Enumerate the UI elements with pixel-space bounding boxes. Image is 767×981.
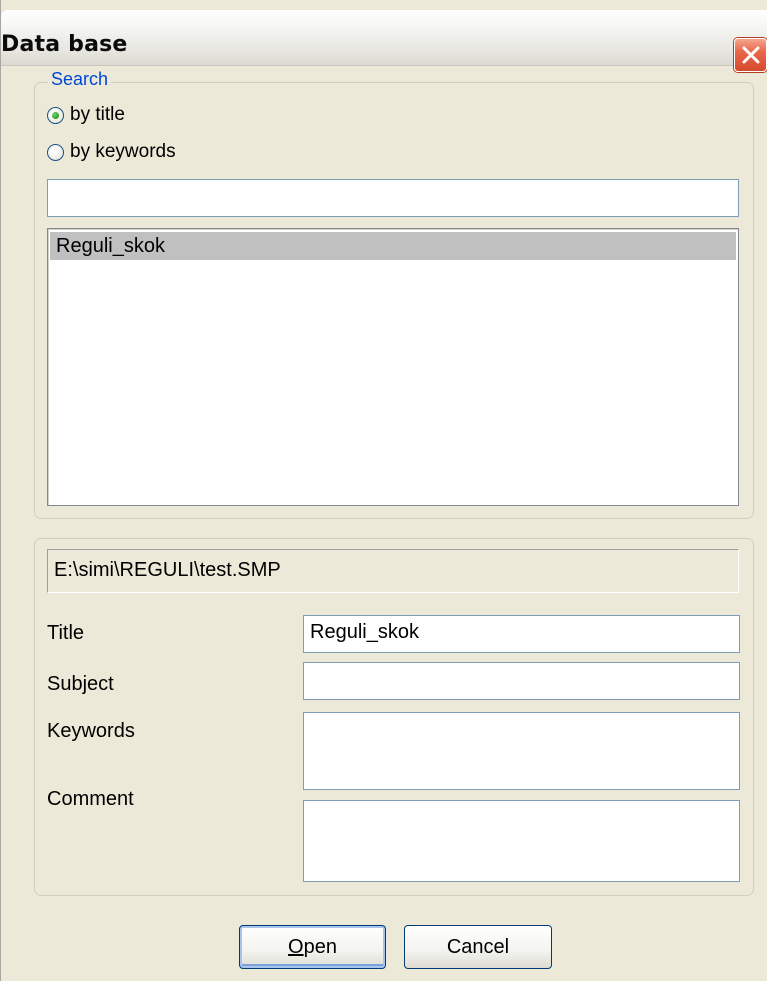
radio-by-title[interactable]: by title bbox=[47, 104, 125, 126]
comment-label: Comment bbox=[47, 788, 134, 810]
open-mnemonic: O bbox=[288, 936, 304, 958]
open-button[interactable]: Open bbox=[239, 925, 386, 969]
radio-by-keywords-label: by keywords bbox=[70, 141, 176, 162]
radio-by-title-label: by title bbox=[70, 104, 125, 125]
window-title: Data base bbox=[1, 32, 128, 57]
subject-label: Subject bbox=[47, 673, 114, 695]
title-bar[interactable]: Data base bbox=[1, 10, 767, 72]
file-path-field: E:\simi\REGULI\test.SMP bbox=[47, 549, 739, 593]
database-dialog: Data base Search by title by keywords Re… bbox=[0, 0, 767, 981]
title-field[interactable]: Reguli_skok bbox=[303, 615, 740, 653]
search-input[interactable] bbox=[47, 179, 739, 217]
close-button[interactable] bbox=[734, 38, 767, 72]
radio-button-checked[interactable] bbox=[47, 106, 64, 124]
subject-field[interactable] bbox=[303, 662, 740, 700]
search-legend: Search bbox=[48, 69, 112, 90]
radio-by-keywords[interactable]: by keywords bbox=[47, 141, 176, 163]
list-item-selected[interactable]: Reguli_skok bbox=[50, 232, 736, 260]
comment-field[interactable] bbox=[303, 800, 740, 882]
keywords-label: Keywords bbox=[47, 720, 135, 742]
radio-button-unchecked[interactable] bbox=[47, 143, 64, 161]
title-label: Title bbox=[47, 622, 85, 644]
close-x-icon bbox=[742, 46, 760, 64]
keywords-field[interactable] bbox=[303, 712, 740, 790]
cancel-button[interactable]: Cancel bbox=[404, 925, 552, 969]
results-list[interactable]: Reguli_skok bbox=[47, 228, 739, 506]
open-label-rest: pen bbox=[303, 936, 337, 958]
